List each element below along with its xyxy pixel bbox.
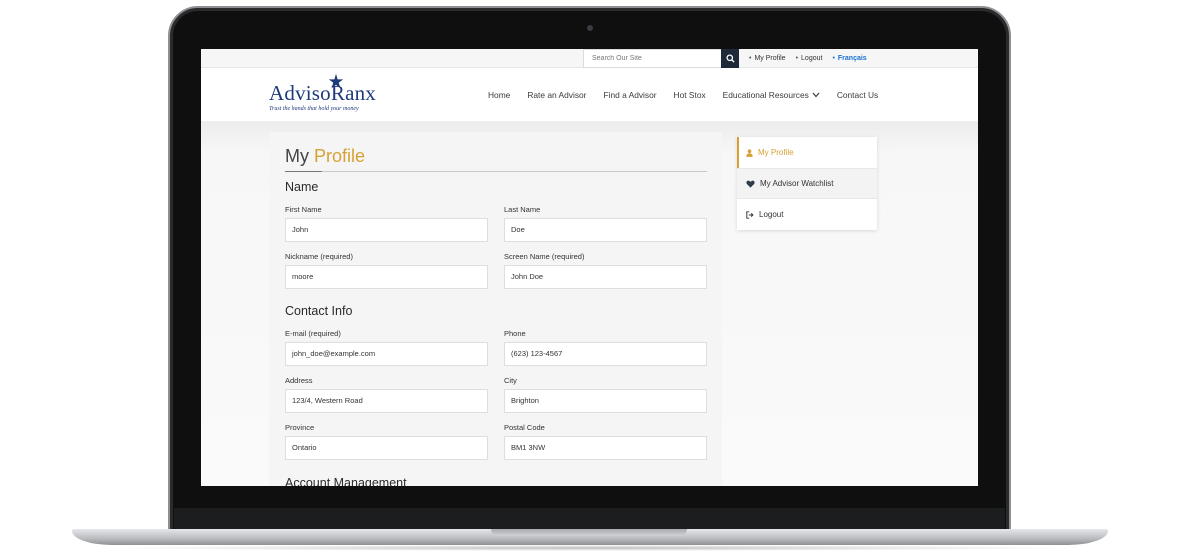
chevron-down-icon <box>812 92 820 98</box>
nav-item-hot-stox[interactable]: Hot Stox <box>674 90 706 100</box>
section-title-contact: Contact Info <box>285 304 353 318</box>
page-content: My Profile Name First Name John Last Nam… <box>201 122 978 486</box>
nav-label: Rate an Advisor <box>527 90 587 100</box>
email-label: E-mail (required) <box>285 329 341 338</box>
nav-item-contact-us[interactable]: Contact Us <box>837 90 878 100</box>
laptop-bottom-bezel <box>174 508 1005 530</box>
laptop-screen: •My Profile •Logout •Français AdvisoRanx… <box>201 49 978 486</box>
address-label: Address <box>285 376 313 385</box>
sign-out-icon <box>746 210 754 219</box>
page-title-part2: Profile <box>314 146 366 166</box>
page-title: My Profile <box>285 146 365 167</box>
main-nav: Home Rate an Advisor Find a Advisor Hot … <box>488 68 878 122</box>
top-link-label: Logout <box>801 55 823 62</box>
utility-bar: •My Profile •Logout •Français <box>201 49 978 68</box>
nav-item-rate-advisor[interactable]: Rate an Advisor <box>527 90 586 100</box>
province-label: Province <box>285 423 315 432</box>
sidebar-item-label: Logout <box>759 210 784 219</box>
screen-name-field[interactable]: John Doe <box>504 265 707 289</box>
nav-label: Contact Us <box>836 90 879 100</box>
nickname-label: Nickname (required) <box>285 252 353 261</box>
nav-item-find-advisor[interactable]: Find a Advisor <box>603 90 656 100</box>
sidebar-item-label: My Advisor Watchlist <box>760 179 834 188</box>
laptop-base-notch <box>491 529 687 536</box>
sidebar-item-watchlist[interactable]: My Advisor Watchlist <box>737 168 877 199</box>
top-link-label: My Profile <box>754 55 786 62</box>
heart-icon <box>746 180 755 188</box>
laptop-shadow <box>100 545 1080 551</box>
star-icon <box>328 73 344 89</box>
site-header: AdvisoRanx Trust the hands that hold you… <box>201 68 978 122</box>
user-icon <box>746 148 753 157</box>
section-title-account: Account Management <box>285 476 407 486</box>
top-link-language[interactable]: • Français <box>832 55 866 62</box>
phone-field[interactable]: (623) 123-4567 <box>504 342 707 366</box>
screen-name-label: Screen Name (required) <box>504 252 585 261</box>
profile-form-panel: My Profile Name First Name John Last Nam… <box>269 132 722 486</box>
utility-links: • My Profile • Logout • Français <box>749 49 867 68</box>
nav-label: Home <box>488 90 511 100</box>
top-link-logout[interactable]: • Logout <box>796 55 823 62</box>
nav-label: Hot Stox <box>673 90 706 100</box>
section-title-name: Name <box>285 180 319 194</box>
search-input[interactable] <box>583 49 722 68</box>
sidebar-item-label: My Profile <box>758 148 794 157</box>
first-name-label: First Name <box>285 205 322 214</box>
page-title-part1: My <box>285 146 309 166</box>
nav-item-educational-resources[interactable]: Educational Resources <box>723 90 820 100</box>
logo-tagline: Trust the hands that hold your money <box>269 106 359 112</box>
last-name-label: Last Name <box>504 205 541 214</box>
nav-item-home[interactable]: Home <box>488 90 510 100</box>
logo-text: AdvisoRanx <box>269 81 376 105</box>
postal-code-field[interactable]: BM1 3NW <box>504 436 707 460</box>
last-name-field[interactable]: Doe <box>504 218 707 242</box>
language-link-label: Français <box>837 55 867 62</box>
top-link-my-profile[interactable]: • My Profile <box>749 55 786 62</box>
first-name-field[interactable]: John <box>285 218 488 242</box>
profile-sidebar: My Profile My Advisor Watchlist Logout <box>737 137 877 230</box>
city-label: City <box>504 376 517 385</box>
nav-label: Educational Resources <box>722 90 809 100</box>
nav-label: Find a Advisor <box>603 90 657 100</box>
province-field[interactable]: Ontario <box>285 436 488 460</box>
postal-code-label: Postal Code <box>504 423 545 432</box>
search-button[interactable] <box>721 49 739 68</box>
sidebar-item-my-profile[interactable]: My Profile <box>737 137 877 168</box>
address-field[interactable]: 123/4, Western Road <box>285 389 488 413</box>
email-field[interactable]: john_doe@example.com <box>285 342 488 366</box>
camera-dot <box>587 25 593 31</box>
city-field[interactable]: Brighton <box>504 389 707 413</box>
search-icon <box>725 54 735 63</box>
site-logo[interactable]: AdvisoRanx Trust the hands that hold you… <box>269 73 389 115</box>
nickname-field[interactable]: moore <box>285 265 488 289</box>
title-divider-accent <box>285 171 322 172</box>
sidebar-item-logout[interactable]: Logout <box>737 199 877 230</box>
phone-label: Phone <box>504 329 526 338</box>
title-divider <box>285 171 707 172</box>
